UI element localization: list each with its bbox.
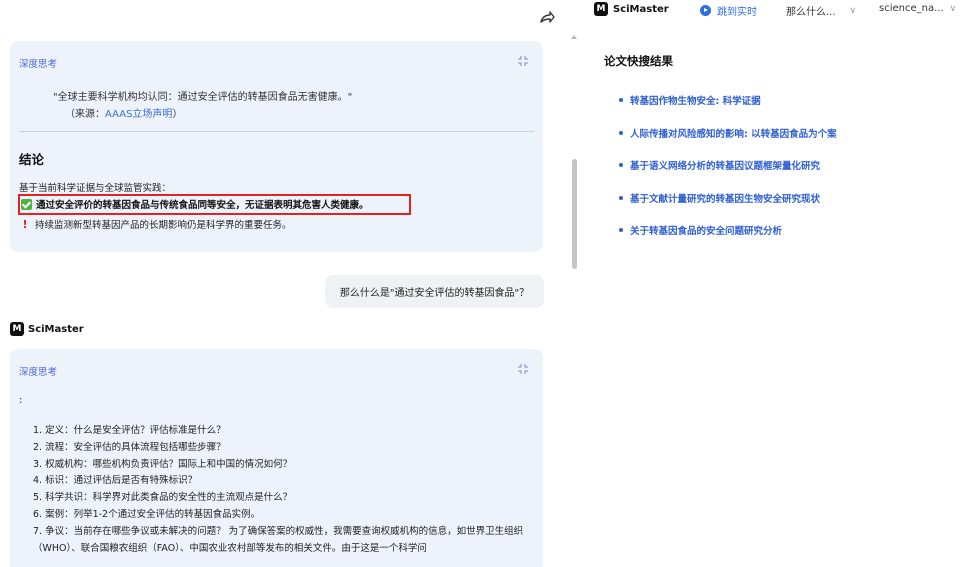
thinking-steps-list: 1. 定义：什么是安全评估？评估标准是什么？ 2. 流程：安全评估的具体流程包括… bbox=[33, 423, 538, 557]
collapse-icon[interactable] bbox=[517, 363, 529, 375]
list-item: 关于转基因食品的安全问题研究分析 bbox=[619, 214, 837, 247]
play-icon bbox=[700, 5, 711, 16]
scrollbar-thumb[interactable] bbox=[572, 159, 577, 269]
question-dropdown-value: 那么什么... bbox=[786, 3, 836, 18]
list-item: 2. 流程：安全评估的具体流程包括哪些步骤？ bbox=[33, 440, 538, 457]
side-panel: M SciMaster 跳到实时 那么什么... ∨ science_na...… bbox=[583, 0, 960, 567]
basis-text: 基于当前科学证据与全球监管实践： bbox=[19, 180, 171, 194]
logo-letter: M bbox=[597, 4, 606, 14]
chevron-down-icon: ∨ bbox=[950, 4, 957, 14]
warning-text: 持续监测新型转基因产品的长期影响仍是科学界的重要任务。 bbox=[35, 217, 292, 231]
collapse-icon[interactable] bbox=[517, 55, 529, 67]
list-item: 5. 科学共识：科学界对此类食品的安全性的主流观点是什么？ bbox=[33, 490, 538, 507]
paper-link[interactable]: 关于转基因食品的安全问题研究分析 bbox=[630, 223, 782, 237]
bullet-icon bbox=[619, 131, 623, 135]
deep-think-label[interactable]: 深度思考 bbox=[19, 56, 57, 70]
logo-letter: M bbox=[13, 324, 22, 334]
bullet-icon bbox=[619, 163, 623, 167]
jump-to-live-button[interactable]: 跳到实时 bbox=[700, 3, 757, 18]
quote-text: "全球主要科学机构均认同：通过安全评估的转基因食品无害健康。" bbox=[53, 88, 352, 103]
list-item: 转基因作物生物安全: 科学证据 bbox=[619, 84, 837, 117]
source-dropdown[interactable]: science_na... ∨ bbox=[879, 3, 956, 14]
list-item: 基于语义网络分析的转基因议题框架量化研究 bbox=[619, 149, 837, 182]
deep-think-card-1: 深度思考 "全球主要科学机构均认同：通过安全评估的转基因食品无害健康。" （来源… bbox=[10, 41, 543, 252]
scimaster-logo-icon: M bbox=[594, 2, 608, 16]
paper-link[interactable]: 基于语义网络分析的转基因议题框架量化研究 bbox=[630, 158, 820, 172]
source-line: （来源：AAAS立场声明） bbox=[65, 105, 182, 120]
source-link[interactable]: AAAS立场声明 bbox=[105, 109, 172, 120]
brand-name: SciMaster bbox=[613, 4, 669, 15]
highlight-text: 通过安全评价的转基因食品与传统食品同等安全，无证据表明其危害人类健康。 bbox=[36, 197, 369, 211]
list-item: 基于文献计量研究的转基因生物安全研究现状 bbox=[619, 182, 837, 215]
exclamation-icon: ! bbox=[21, 218, 29, 231]
list-item: 3. 权威机构：哪些机构负责评估？国际上和中国的情况如何？ bbox=[33, 457, 538, 474]
conclusion-heading: 结论 bbox=[19, 149, 44, 168]
paper-results-list: 转基因作物生物安全: 科学证据 人际传播对风险感知的影响: 以转基因食品为个案 … bbox=[619, 84, 837, 247]
scroll-up-arrow-icon[interactable] bbox=[571, 35, 577, 39]
jump-to-live-label: 跳到实时 bbox=[717, 3, 757, 18]
deep-think-card-2: 深度思考 : 1. 定义：什么是安全评估？评估标准是什么？ 2. 流程：安全评估… bbox=[10, 349, 543, 567]
list-item: 人际传播对风险感知的影响: 以转基因食品为个案 bbox=[619, 117, 837, 150]
source-dropdown-value: science_na... bbox=[879, 3, 944, 14]
panel-topbar: M SciMaster 跳到实时 那么什么... ∨ science_na...… bbox=[583, 0, 960, 20]
paper-link[interactable]: 人际传播对风险感知的影响: 以转基因食品为个案 bbox=[630, 126, 837, 140]
checkmark-icon bbox=[21, 199, 32, 210]
assistant-header: M SciMaster bbox=[10, 322, 84, 336]
list-item: 7. 争议：当前存在哪些争议或未解决的问题？ 为了确保答案的权威性，我需要查询权… bbox=[33, 524, 538, 558]
app-root: 深度思考 "全球主要科学机构均认同：通过安全评估的转基因食品无害健康。" （来源… bbox=[0, 0, 960, 567]
panel-brand: M SciMaster bbox=[594, 2, 669, 16]
source-suffix: ） bbox=[172, 109, 182, 120]
bullet-icon bbox=[619, 196, 623, 200]
bullet-icon bbox=[619, 98, 623, 102]
share-icon[interactable] bbox=[538, 8, 556, 26]
list-item: 6. 案例：列举1-2个通过安全评估的转基因食品实例。 bbox=[33, 507, 538, 524]
paper-link[interactable]: 基于文献计量研究的转基因生物安全研究现状 bbox=[630, 191, 820, 205]
divider bbox=[19, 131, 534, 132]
source-prefix: （来源： bbox=[65, 109, 105, 120]
list-item: 4. 标识：通过评估后是否有特殊标识？ bbox=[33, 473, 538, 490]
highlight-row: 通过安全评价的转基因食品与传统食品同等安全，无证据表明其危害人类健康。 bbox=[21, 197, 369, 211]
question-dropdown[interactable]: 那么什么... ∨ bbox=[786, 3, 856, 18]
scimaster-logo-icon: M bbox=[10, 322, 24, 336]
paper-link[interactable]: 转基因作物生物安全: 科学证据 bbox=[630, 93, 761, 107]
assistant-name: SciMaster bbox=[28, 324, 84, 335]
colon-text: : bbox=[19, 395, 22, 406]
warning-row: ! 持续监测新型转基因产品的长期影响仍是科学界的重要任务。 bbox=[21, 217, 292, 231]
list-item: 1. 定义：什么是安全评估？评估标准是什么？ bbox=[33, 423, 538, 440]
chevron-down-icon: ∨ bbox=[850, 6, 857, 16]
user-message-bubble: 那么什么是"通过安全评估的转基因食品"？ bbox=[325, 275, 544, 308]
results-title: 论文快搜结果 bbox=[604, 53, 673, 69]
bullet-icon bbox=[619, 228, 623, 232]
chat-pane: 深度思考 "全球主要科学机构均认同：通过安全评估的转基因食品无害健康。" （来源… bbox=[0, 0, 570, 567]
deep-think-label[interactable]: 深度思考 bbox=[19, 364, 57, 378]
